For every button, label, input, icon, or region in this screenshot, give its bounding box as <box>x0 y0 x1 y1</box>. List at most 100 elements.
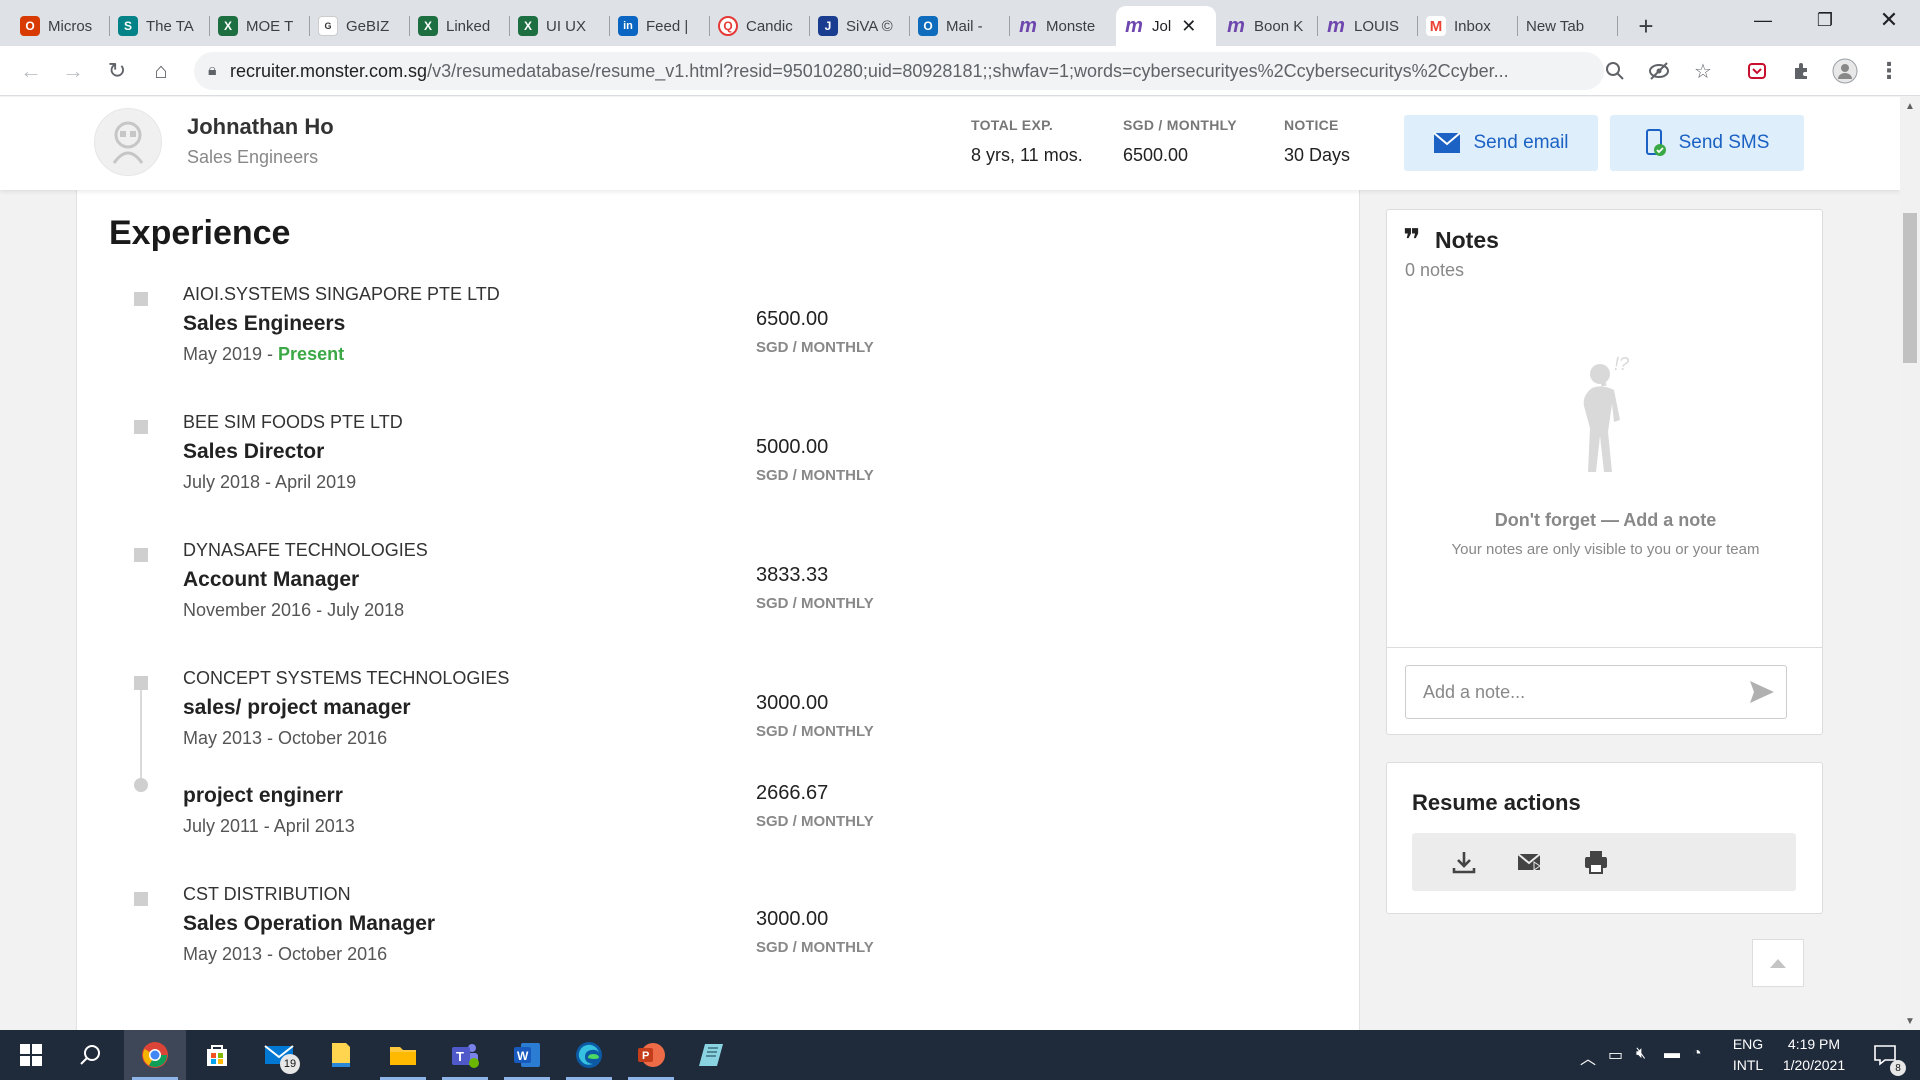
browser-tab[interactable]: New Tab <box>1518 6 1618 46</box>
send-note-icon[interactable] <box>1748 679 1776 705</box>
employment-dates: November 2016 - July 2018 <box>183 600 405 620</box>
tracking-blocked-icon[interactable] <box>1642 54 1676 88</box>
browser-tab[interactable]: X UI UX <box>510 6 610 46</box>
tab-title: Boon K <box>1254 17 1304 35</box>
tab-title: The TA <box>146 17 194 35</box>
profile-avatar-icon[interactable] <box>1828 54 1862 88</box>
notice-stat: NOTICE 30 Days <box>1284 117 1350 166</box>
browser-tab[interactable]: X MOE T <box>210 6 310 46</box>
back-icon[interactable]: ← <box>14 54 48 88</box>
browser-tab[interactable]: X Linked <box>410 6 510 46</box>
start-button[interactable] <box>0 1030 62 1080</box>
extensions-icon[interactable] <box>1784 54 1818 88</box>
confused-person-icon: !? <box>1552 350 1662 495</box>
stat-label: SGD / MONTHLY <box>1123 117 1237 133</box>
pocket-icon[interactable] <box>1740 54 1774 88</box>
note-input[interactable] <box>1406 666 1736 718</box>
tab-title: SiVA © <box>846 17 893 35</box>
scroll-up-arrow-icon[interactable]: ▲ <box>1900 97 1920 115</box>
address-bar[interactable]: 🔒︎ recruiter.monster.com.sg /v3/resumeda… <box>194 52 1604 90</box>
battery-icon[interactable]: ▬ <box>1664 1045 1680 1063</box>
salary-stat: SGD / MONTHLY 6500.00 <box>1123 117 1237 166</box>
back-to-top-button[interactable] <box>1752 939 1804 987</box>
stat-label: TOTAL EXP. <box>971 117 1054 133</box>
salary-unit: SGD / MONTHLY <box>756 939 874 956</box>
send-sms-label: Send SMS <box>1678 132 1770 153</box>
restore-icon[interactable]: ❐ <box>1794 0 1856 40</box>
page-scrollbar[interactable]: ▲ ▼ <box>1900 97 1920 1030</box>
word-taskbar-icon[interactable]: W <box>496 1030 558 1080</box>
job-salary: 3833.33 <box>756 564 829 586</box>
home-icon[interactable]: ⌂ <box>144 54 178 88</box>
edge-taskbar-icon[interactable] <box>558 1030 620 1080</box>
job-title: sales/ project manager <box>183 696 411 719</box>
divider <box>1387 647 1822 648</box>
mail-taskbar-icon[interactable]: 19 <box>248 1030 310 1080</box>
present-label: Present <box>278 344 345 364</box>
browser-tab[interactable]: m LOUIS <box>1318 6 1418 46</box>
send-email-label: Send email <box>1473 132 1569 153</box>
notification-count: 8 <box>1890 1060 1906 1076</box>
job-salary: 6500.00 <box>756 308 829 330</box>
reload-icon[interactable]: ↻ <box>100 54 134 88</box>
browser-tab[interactable]: S The TA <box>110 6 210 46</box>
meet-now-icon[interactable]: ▭ <box>1608 1045 1623 1065</box>
volume-muted-icon[interactable]: 🔇︎ <box>1636 1045 1646 1063</box>
browser-tab[interactable]: Q Candic <box>710 6 810 46</box>
send-email-button[interactable]: Send email <box>1404 115 1598 171</box>
experience-section: Experience AIOI.SYSTEMS SINGAPORE PTE LT… <box>76 190 1360 1030</box>
input-language-bottom[interactable]: INTL <box>1726 1057 1770 1073</box>
store-taskbar-icon[interactable] <box>186 1030 248 1080</box>
stat-value: 6500.00 <box>1123 145 1189 165</box>
scroll-down-arrow-icon[interactable]: ▼ <box>1900 1012 1920 1030</box>
browser-tab[interactable]: m Monste <box>1010 6 1114 46</box>
start-date: May 2019 - <box>183 344 279 364</box>
input-language-top[interactable]: ENG <box>1726 1036 1770 1052</box>
company-name: AIOI.SYSTEMS SINGAPORE PTE LTD <box>183 284 500 304</box>
notification-center-icon[interactable]: 8 <box>1860 1030 1910 1080</box>
new-tab-icon[interactable]: + <box>1626 6 1666 46</box>
monster-icon: m <box>1019 14 1037 37</box>
close-tab-icon[interactable]: ✕ <box>1181 16 1196 37</box>
job-title: Sales Engineers <box>183 312 346 335</box>
browser-tab[interactable]: in Feed | <box>610 6 710 46</box>
sticky-notes-taskbar-icon[interactable] <box>310 1030 372 1080</box>
show-hidden-icons-icon[interactable]: ︿ <box>1580 1045 1596 1069</box>
browser-tab[interactable]: O Mail - <box>910 6 1010 46</box>
teams-taskbar-icon[interactable]: T <box>434 1030 496 1080</box>
employment-dates: May 2019 - Present <box>183 344 344 365</box>
browser-menu-icon[interactable]: ⋮ <box>1872 54 1906 88</box>
bookmark-star-icon[interactable]: ☆ <box>1686 54 1720 88</box>
download-icon[interactable] <box>1450 848 1478 876</box>
forward-email-icon[interactable] <box>1516 848 1544 876</box>
send-sms-button[interactable]: Send SMS <box>1610 115 1804 171</box>
powerpoint-taskbar-icon[interactable]: P <box>620 1030 682 1080</box>
print-icon[interactable] <box>1582 848 1610 876</box>
search-button[interactable] <box>60 1030 122 1080</box>
zoom-icon[interactable] <box>1598 54 1632 88</box>
browser-tab[interactable]: G GeBIZ <box>310 6 410 46</box>
mobile-phone-icon <box>1645 129 1666 156</box>
forward-icon[interactable]: → <box>56 54 90 88</box>
siva-icon: J <box>818 16 838 36</box>
browser-tab[interactable]: J SiVA © <box>810 6 910 46</box>
linkedin-icon: in <box>618 16 638 36</box>
experience-title: Experience <box>109 214 291 252</box>
browser-tab[interactable]: O Micros <box>12 6 110 46</box>
clock-time[interactable]: 4:19 PM <box>1774 1036 1854 1052</box>
clock-date[interactable]: 1/20/2021 <box>1774 1057 1854 1073</box>
minimize-icon[interactable]: — <box>1732 0 1794 40</box>
scrollbar-thumb[interactable] <box>1903 213 1917 363</box>
app-taskbar-icon[interactable] <box>682 1030 744 1080</box>
file-explorer-taskbar-icon[interactable] <box>372 1030 434 1080</box>
close-window-icon[interactable]: ✕ <box>1858 0 1920 40</box>
windows-logo-icon <box>20 1044 42 1066</box>
outlook-icon: O <box>918 16 938 36</box>
excel-icon: X <box>218 16 238 36</box>
chrome-taskbar-icon[interactable] <box>124 1030 186 1080</box>
chevron-up-icon <box>1770 959 1786 968</box>
browser-tab[interactable]: m Boon K <box>1218 6 1318 46</box>
wifi-icon[interactable]: ◔ <box>1692 1045 1702 1063</box>
browser-tab[interactable]: M Inbox <box>1418 6 1518 46</box>
browser-tab-active[interactable]: m Jol ✕ <box>1116 6 1216 46</box>
